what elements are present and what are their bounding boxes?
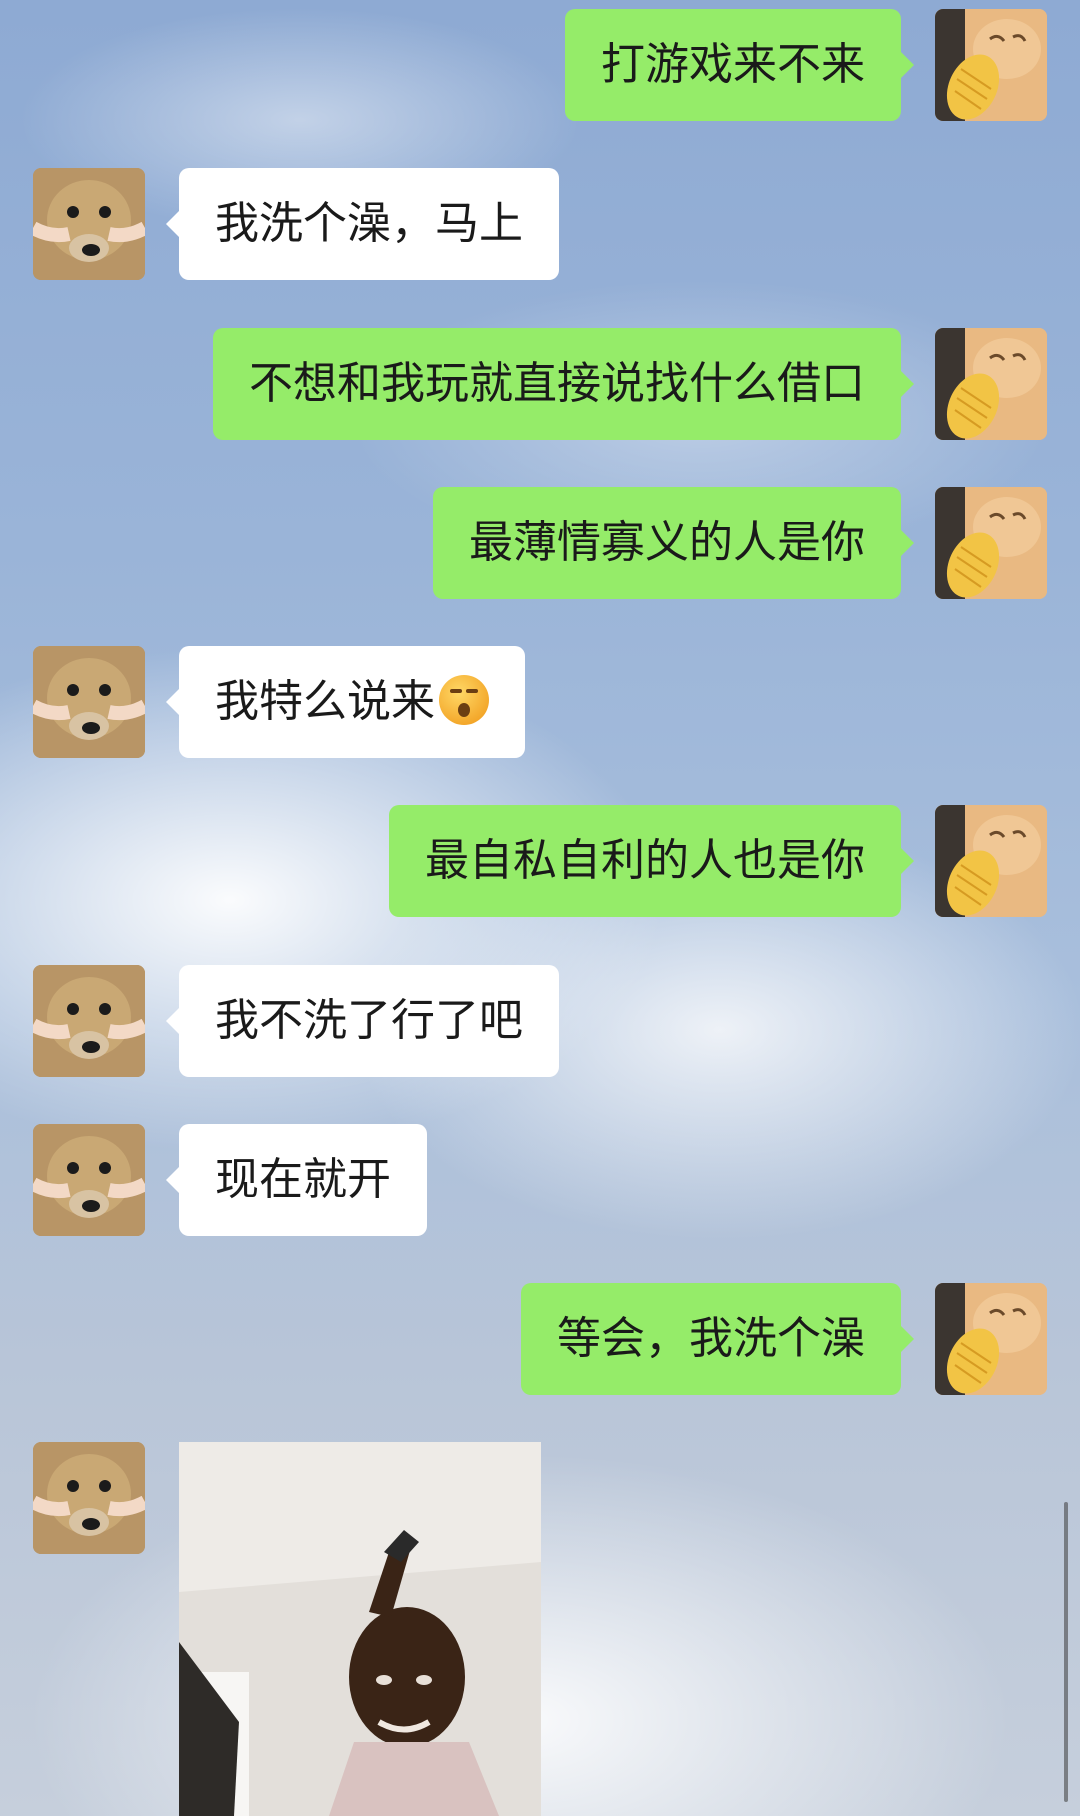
dog-avatar[interactable] bbox=[33, 1442, 145, 1554]
cat-avatar[interactable] bbox=[935, 328, 1047, 440]
message-row: 等会，我洗个澡 bbox=[0, 1283, 1080, 1395]
message-row: 我洗个澡，马上 bbox=[0, 168, 1080, 280]
cat-avatar[interactable] bbox=[935, 487, 1047, 599]
message-row: 打游戏来不来 bbox=[0, 9, 1080, 121]
sleepy-face-emoji-icon bbox=[439, 675, 489, 725]
cat-avatar[interactable] bbox=[935, 1283, 1047, 1395]
message-bubble-incoming[interactable]: 现在就开 bbox=[166, 1124, 427, 1236]
dog-avatar[interactable] bbox=[33, 965, 145, 1077]
message-bubble-outgoing[interactable]: 等会，我洗个澡 bbox=[521, 1283, 914, 1395]
message-bubble-outgoing[interactable]: 不想和我玩就直接说找什么借口 bbox=[213, 328, 914, 440]
message-row: 我特么说来 bbox=[0, 646, 1080, 758]
cat-avatar[interactable] bbox=[935, 805, 1047, 917]
message-bubble-outgoing[interactable]: 打游戏来不来 bbox=[565, 9, 914, 121]
message-bubble-outgoing[interactable]: 最薄情寡义的人是你 bbox=[433, 487, 914, 599]
message-row: 最自私自利的人也是你 bbox=[0, 805, 1080, 917]
message-row: 不想和我玩就直接说找什么借口 bbox=[0, 328, 1080, 440]
scrollbar[interactable] bbox=[1064, 1502, 1068, 1802]
dog-avatar[interactable] bbox=[33, 1124, 145, 1236]
message-bubble-incoming[interactable]: 我洗个澡，马上 bbox=[166, 168, 559, 280]
dog-avatar[interactable] bbox=[33, 646, 145, 758]
message-row: 现在就开 bbox=[0, 1124, 1080, 1236]
dog-avatar[interactable] bbox=[33, 168, 145, 280]
message-row: 我不洗了行了吧 bbox=[0, 965, 1080, 1077]
message-bubble-incoming[interactable]: 我特么说来 bbox=[166, 646, 525, 758]
message-bubble-outgoing[interactable]: 最自私自利的人也是你 bbox=[389, 805, 914, 917]
message-row bbox=[0, 1442, 180, 1554]
image-message[interactable] bbox=[179, 1442, 541, 1816]
message-text: 我特么说来 bbox=[215, 676, 435, 727]
message-row: 最薄情寡义的人是你 bbox=[0, 487, 1080, 599]
message-bubble-incoming[interactable]: 我不洗了行了吧 bbox=[166, 965, 559, 1077]
cat-avatar[interactable] bbox=[935, 9, 1047, 121]
